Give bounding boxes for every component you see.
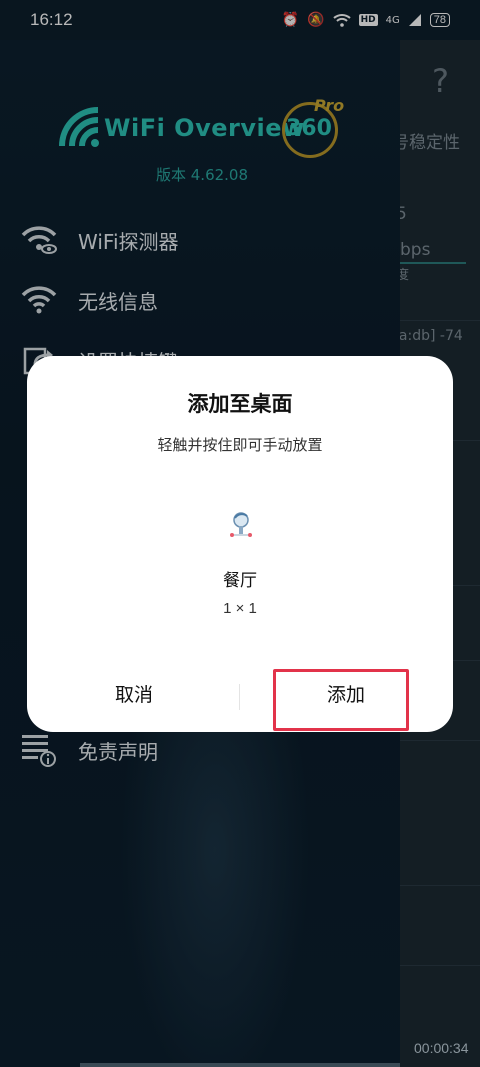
- dialog-title: 添加至桌面: [187, 392, 293, 416]
- add-button-highlight: [273, 669, 409, 731]
- widget-preview-icon[interactable]: [225, 508, 257, 540]
- bottom-bar: [80, 1063, 400, 1067]
- cancel-button[interactable]: 取消: [49, 668, 219, 718]
- button-divider: [239, 684, 240, 710]
- elapsed-timer: 00:00:34: [414, 1040, 469, 1056]
- widget-name: 餐厅: [223, 571, 257, 591]
- widget-size: 1 × 1: [223, 600, 257, 617]
- dialog-subtitle: 轻触并按住即可手动放置: [157, 436, 323, 454]
